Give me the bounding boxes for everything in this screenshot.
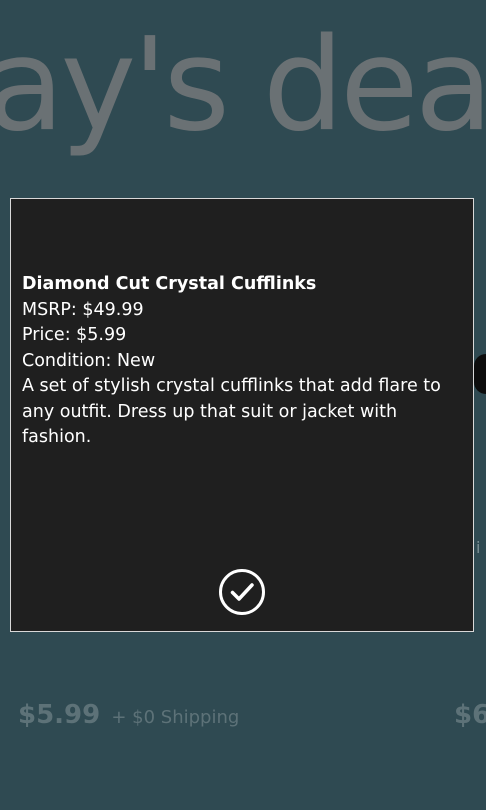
background-deal-price: $5.99 — [18, 700, 101, 730]
product-details-dialog: Diamond Cut Crystal Cufflinks MSRP: $49.… — [10, 198, 474, 632]
background-adjacent-text: i — [476, 538, 481, 557]
product-condition: Condition: New — [22, 350, 156, 371]
product-msrp: MSRP: $49.99 — [22, 299, 144, 320]
check-circle-icon — [219, 569, 265, 615]
confirm-button[interactable] — [218, 568, 266, 616]
background-page-title: ay's dea — [0, 11, 486, 160]
background-next-deal-price: $6 — [454, 700, 486, 730]
background-adjacent-item — [474, 354, 486, 394]
background-shipping: + $0 Shipping — [111, 707, 240, 728]
product-price: Price: $5.99 — [22, 325, 127, 345]
product-name: Diamond Cut Crystal Cufflinks — [22, 274, 317, 294]
background-price-row: $5.99 + $0 Shipping — [18, 700, 239, 730]
product-description: A set of stylish crystal cufflinks that … — [22, 376, 441, 447]
product-details-text: Diamond Cut Crystal Cufflinks MSRP: $49.… — [22, 272, 462, 451]
